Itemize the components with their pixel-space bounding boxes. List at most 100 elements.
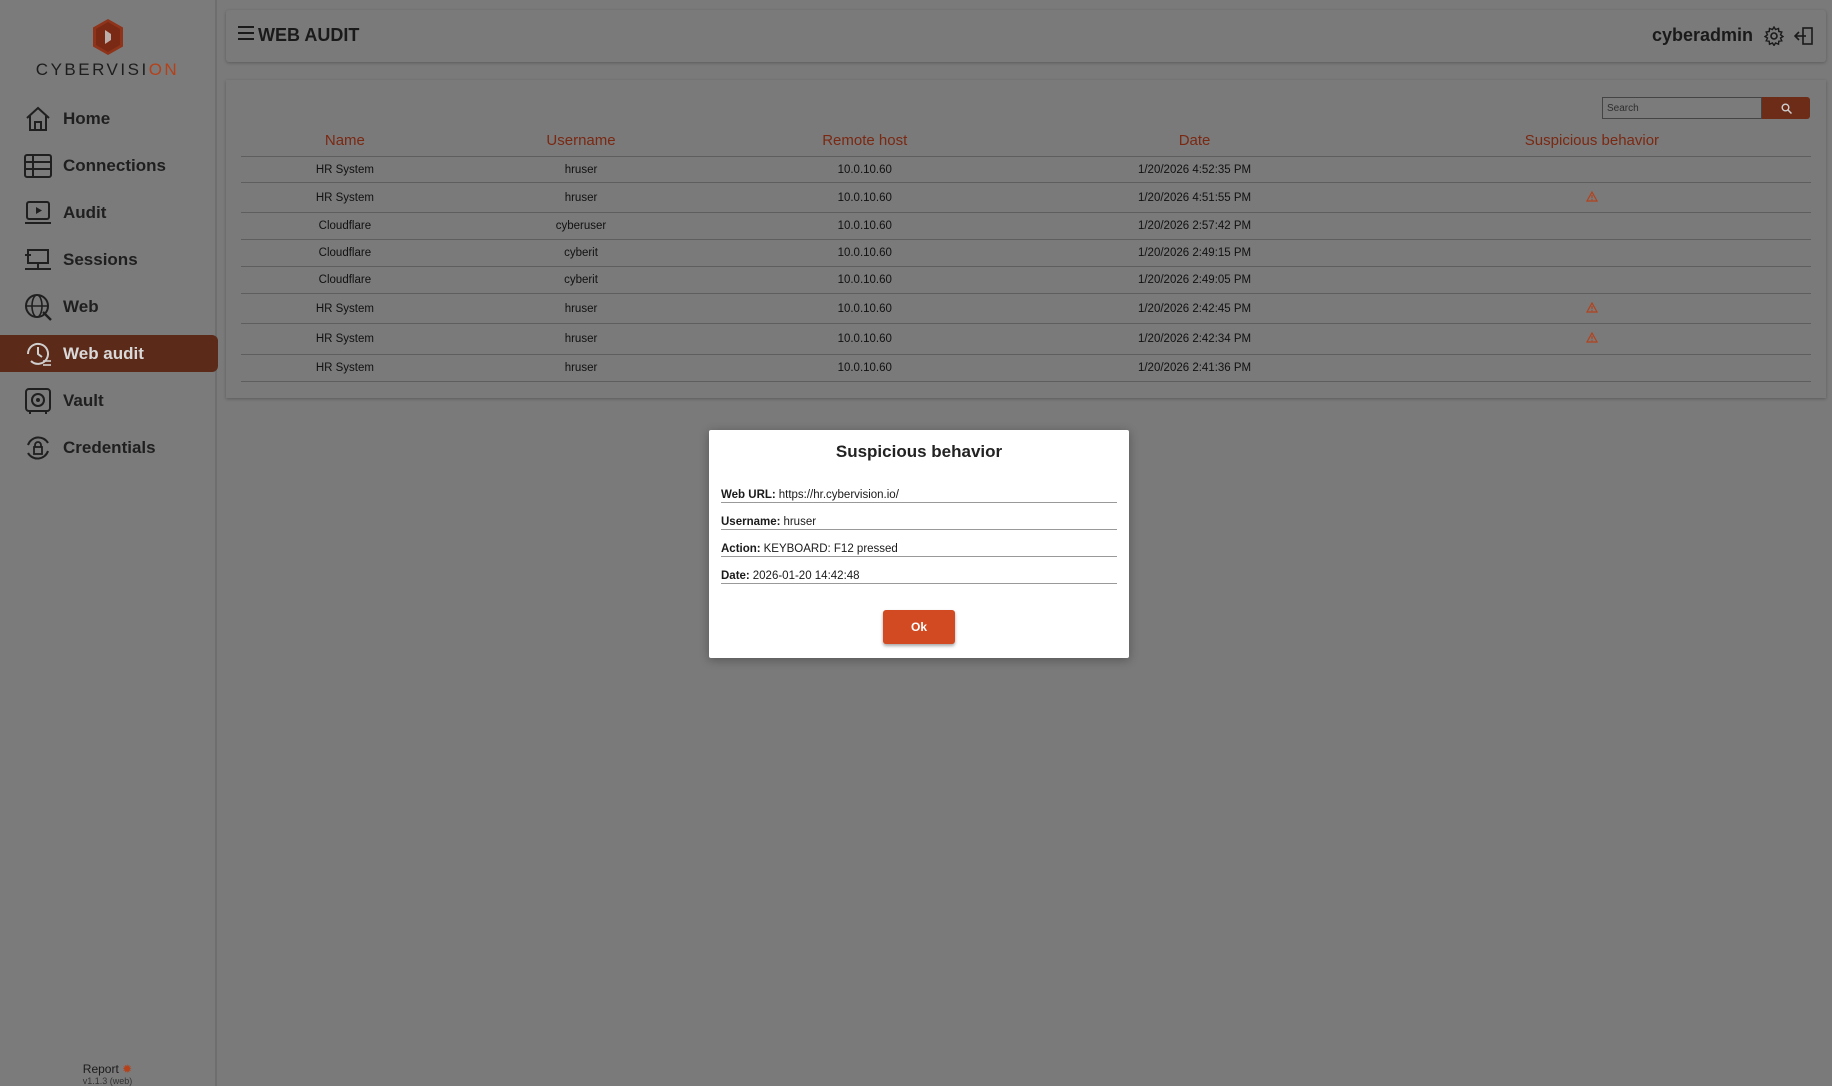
table-row[interactable]: HR System hruser 10.0.10.60 1/20/2026 4:51:… bbox=[241, 182, 1811, 213]
cell-remote-host: 10.0.10.60 bbox=[713, 239, 1017, 267]
sidebar-item-label: Credentials bbox=[63, 437, 156, 457]
cell-date: 1/20/2026 2:42:34 PM bbox=[1016, 323, 1373, 355]
cell-name: HR System bbox=[241, 156, 449, 183]
cell-name: HR System bbox=[241, 293, 449, 324]
cell-username: hruser bbox=[448, 293, 714, 324]
web-audit-icon bbox=[22, 338, 54, 370]
search-button[interactable] bbox=[1762, 97, 1810, 119]
top-header: WEB AUDIT cyberadmin bbox=[226, 10, 1826, 62]
credentials-icon bbox=[22, 432, 54, 464]
cell-date: 1/20/2026 2:49:15 PM bbox=[1016, 239, 1373, 267]
connections-icon bbox=[22, 150, 54, 182]
table-body: HR System hruser 10.0.10.60 1/20/2026 4:52:… bbox=[241, 156, 1811, 382]
cell-date: 1/20/2026 2:42:45 PM bbox=[1016, 293, 1373, 324]
table-row[interactable]: Cloudflare cyberit 10.0.10.60 1/20/2026 2:4… bbox=[241, 239, 1811, 267]
cell-name: HR System bbox=[241, 354, 449, 382]
column-header-username[interactable]: Username bbox=[448, 124, 714, 157]
report-link[interactable]: Report ✹ bbox=[0, 1062, 215, 1076]
logout-icon[interactable] bbox=[1793, 26, 1814, 51]
table-row[interactable]: HR System hruser 10.0.10.60 1/20/2026 2:42:… bbox=[241, 293, 1811, 324]
logo: CYBERVISION bbox=[0, 18, 215, 88]
cell-username: cyberit bbox=[448, 266, 714, 294]
cell-name: Cloudflare bbox=[241, 212, 449, 240]
table-row[interactable]: HR System hruser 10.0.10.60 1/20/2026 2:42:… bbox=[241, 323, 1811, 355]
sidebar: CYBERVISION Home Connections Audit Sessi… bbox=[0, 0, 218, 1086]
sidebar-item-label: Audit bbox=[63, 202, 107, 222]
warning-icon[interactable] bbox=[1585, 301, 1598, 313]
sidebar-item-credentials[interactable]: Credentials bbox=[0, 429, 218, 466]
sidebar-item-connections[interactable]: Connections bbox=[0, 147, 218, 184]
app-root: CYBERVISION Home Connections Audit Sessi… bbox=[0, 0, 1832, 1086]
sidebar-footer: Report ✹ v1.1.3 (web) bbox=[0, 1062, 215, 1086]
cell-remote-host: 10.0.10.60 bbox=[713, 182, 1017, 213]
cell-date: 1/20/2026 2:57:42 PM bbox=[1016, 212, 1373, 240]
cell-username: cyberit bbox=[448, 239, 714, 267]
cell-username: hruser bbox=[448, 156, 714, 183]
sidebar-item-audit[interactable]: Audit bbox=[0, 194, 218, 231]
sidebar-item-web[interactable]: Web bbox=[0, 288, 218, 325]
sidebar-item-web-audit[interactable]: Web audit bbox=[0, 335, 218, 372]
bug-icon: ✹ bbox=[122, 1062, 133, 1076]
cell-suspicious-behavior bbox=[1372, 182, 1811, 213]
audit-icon bbox=[22, 197, 54, 229]
cell-suspicious-behavior bbox=[1372, 323, 1811, 355]
cell-name: Cloudflare bbox=[241, 266, 449, 294]
table-row[interactable]: HR System hruser 10.0.10.60 1/20/2026 4:52:… bbox=[241, 156, 1811, 183]
hamburger-menu-icon[interactable] bbox=[238, 26, 254, 45]
sidebar-item-label: Web bbox=[63, 296, 99, 316]
detail-label: Date: bbox=[721, 570, 750, 582]
cell-suspicious-behavior bbox=[1372, 212, 1811, 240]
cell-date: 1/20/2026 4:52:35 PM bbox=[1016, 156, 1373, 183]
cell-suspicious-behavior bbox=[1372, 266, 1811, 294]
sidebar-item-vault[interactable]: Vault bbox=[0, 382, 218, 419]
cell-name: HR System bbox=[241, 182, 449, 213]
gear-icon[interactable] bbox=[1763, 25, 1785, 51]
detail-value: KEYBOARD: F12 pressed bbox=[763, 543, 898, 555]
home-icon bbox=[22, 103, 54, 135]
detail-value: 2026-01-20 14:42:48 bbox=[752, 570, 860, 582]
cell-remote-host: 10.0.10.60 bbox=[713, 156, 1017, 183]
ok-button[interactable]: Ok bbox=[883, 610, 955, 644]
table-row[interactable]: Cloudflare cyberit 10.0.10.60 1/20/2026 2:4… bbox=[241, 266, 1811, 294]
sidebar-item-label: Connections bbox=[63, 155, 166, 175]
detail-row-web-url: Web URL: https://hr.cybervision.io/ bbox=[721, 477, 1117, 503]
cell-remote-host: 10.0.10.60 bbox=[713, 323, 1017, 355]
search-bar bbox=[1602, 97, 1810, 119]
table-row[interactable]: HR System hruser 10.0.10.60 1/20/2026 2:41:… bbox=[241, 354, 1811, 382]
warning-icon[interactable] bbox=[1585, 190, 1598, 202]
sidebar-item-label: Sessions bbox=[63, 249, 138, 269]
sessions-icon bbox=[22, 244, 54, 276]
cell-remote-host: 10.0.10.60 bbox=[713, 354, 1017, 382]
detail-row-date: Date: 2026-01-20 14:42:48 bbox=[721, 557, 1117, 584]
detail-label: Action: bbox=[721, 543, 761, 555]
detail-row-action: Action: KEYBOARD: F12 pressed bbox=[721, 530, 1117, 557]
version-label: v1.1.3 (web) bbox=[82, 1076, 133, 1086]
logo-hexagon-icon bbox=[92, 19, 123, 55]
cell-remote-host: 10.0.10.60 bbox=[713, 293, 1017, 324]
cell-suspicious-behavior bbox=[1372, 239, 1811, 267]
warning-icon[interactable] bbox=[1585, 331, 1598, 343]
search-input[interactable] bbox=[1602, 97, 1762, 119]
cell-username: hruser bbox=[448, 182, 714, 213]
column-header-suspicious-behavior[interactable]: Suspicious behavior bbox=[1372, 124, 1811, 157]
sidebar-item-home[interactable]: Home bbox=[0, 100, 218, 137]
cell-remote-host: 10.0.10.60 bbox=[713, 212, 1017, 240]
dialog-details: Web URL: https://hr.cybervision.io/ Usern… bbox=[721, 477, 1117, 584]
sidebar-item-sessions[interactable]: Sessions bbox=[0, 241, 218, 278]
column-header-name[interactable]: Name bbox=[241, 124, 449, 157]
sidebar-nav: Home Connections Audit Sessions Web Web … bbox=[0, 100, 218, 476]
sidebar-item-label: Vault bbox=[63, 390, 104, 410]
column-header-date[interactable]: Date bbox=[1016, 124, 1373, 157]
cell-username: cyberuser bbox=[448, 212, 714, 240]
column-header-remote-host[interactable]: Remote host bbox=[713, 124, 1017, 157]
table-row[interactable]: Cloudflare cyberuser 10.0.10.60 1/20/2026 2… bbox=[241, 212, 1811, 240]
cell-username: hruser bbox=[448, 354, 714, 382]
web-audit-table: Name Username Remote host Date Suspiciou… bbox=[241, 124, 1811, 382]
cell-suspicious-behavior bbox=[1372, 293, 1811, 324]
detail-row-username: Username: hruser bbox=[721, 503, 1117, 530]
vault-icon bbox=[22, 385, 54, 417]
table-header-row: Name Username Remote host Date Suspiciou… bbox=[241, 124, 1811, 157]
detail-label: Web URL: bbox=[721, 489, 776, 501]
detail-label: Username: bbox=[721, 516, 781, 528]
logo-text: CYBERVISION bbox=[35, 60, 180, 79]
